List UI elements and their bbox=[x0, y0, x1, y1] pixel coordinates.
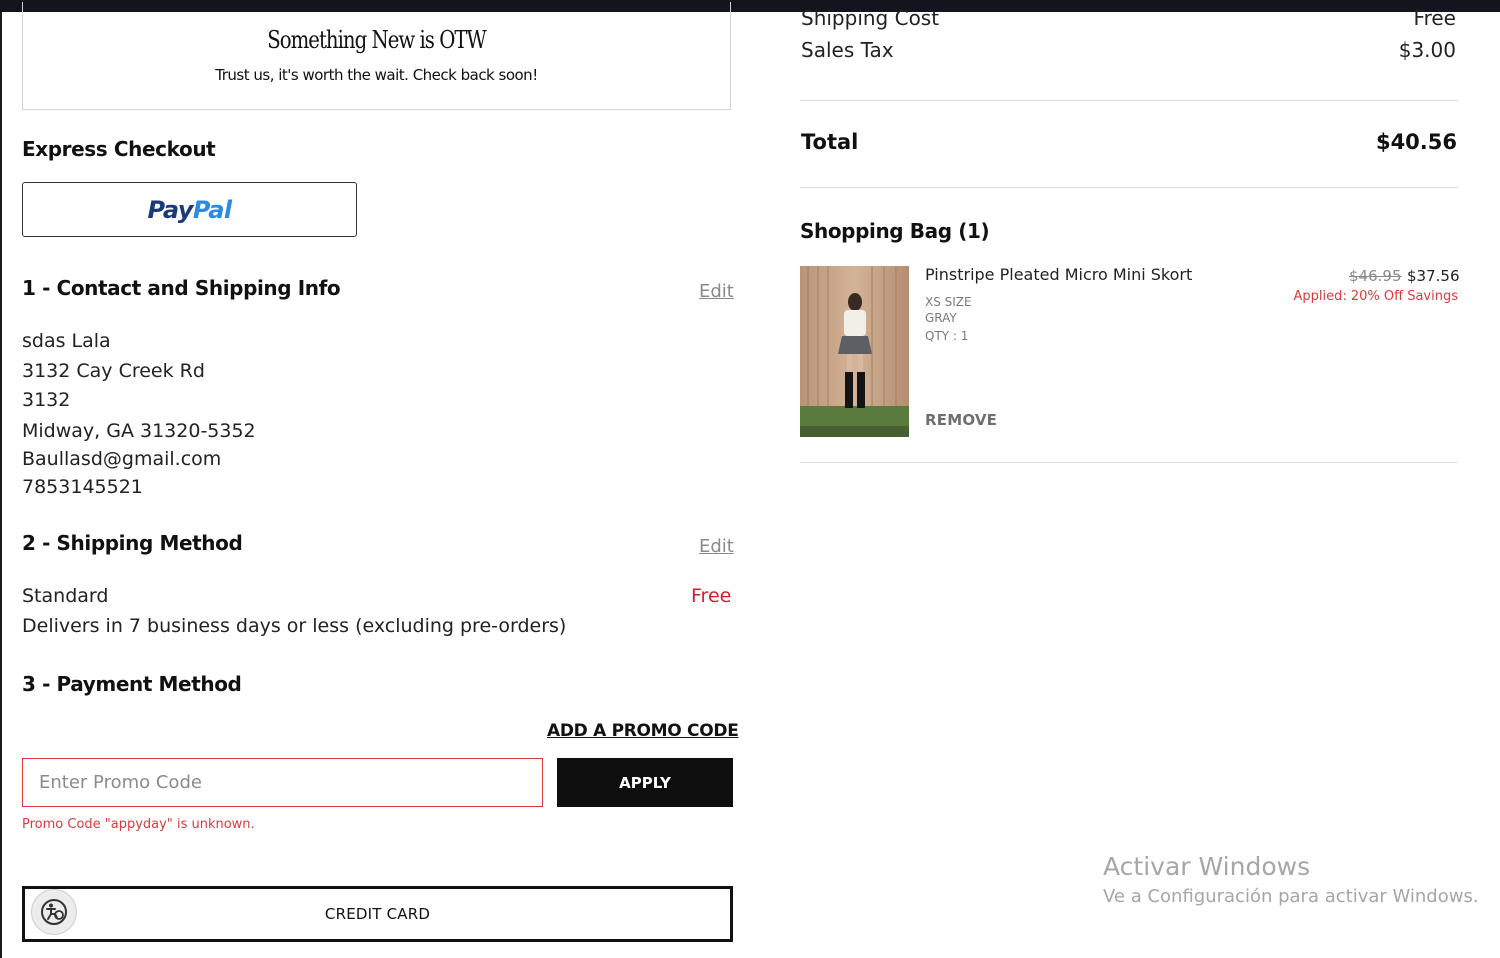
divider bbox=[800, 100, 1458, 101]
contact-email: Baullasd@gmail.com bbox=[22, 448, 222, 470]
sales-tax-value: $3.00 bbox=[1398, 38, 1456, 62]
promo-banner: Something New is OTW Trust us, it's wort… bbox=[22, 2, 731, 110]
contact-address-line1: 3132 Cay Creek Rd bbox=[22, 360, 205, 382]
sales-tax-label: Sales Tax bbox=[801, 38, 894, 62]
contact-name: sdas Lala bbox=[22, 330, 111, 352]
paypal-logo: PayPal bbox=[147, 195, 232, 224]
shipping-method-name: Standard bbox=[22, 585, 109, 607]
contact-edit-link[interactable]: Edit bbox=[699, 281, 734, 302]
shipping-cost-value: Free bbox=[1413, 6, 1456, 30]
paypal-button[interactable]: PayPal bbox=[22, 182, 357, 237]
contact-city-state-zip: Midway, GA 31320-5352 bbox=[22, 420, 256, 442]
contact-address-line2: 3132 bbox=[22, 389, 71, 411]
promo-error-message: Promo Code "appyday" is unknown. bbox=[22, 817, 255, 832]
shopping-bag-heading: Shopping Bag (1) bbox=[800, 219, 990, 243]
shipping-method-description: Delivers in 7 business days or less (exc… bbox=[22, 615, 567, 637]
promo-code-input[interactable] bbox=[22, 758, 543, 807]
accessibility-icon[interactable] bbox=[31, 889, 77, 935]
contact-phone: 7853145521 bbox=[22, 476, 143, 498]
credit-card-option[interactable]: CREDIT CARD bbox=[22, 886, 733, 942]
shipping-method-price: Free bbox=[691, 585, 732, 607]
product-quantity: QTY : 1 bbox=[925, 329, 969, 343]
product-size: XS SIZE bbox=[925, 295, 972, 309]
express-checkout-heading: Express Checkout bbox=[22, 137, 216, 161]
windows-activation-subtitle: Ve a Configuración para activar Windows. bbox=[1103, 886, 1479, 907]
total-value: $40.56 bbox=[1375, 130, 1457, 154]
product-image[interactable] bbox=[800, 266, 909, 437]
payment-method-heading: 3 - Payment Method bbox=[22, 672, 242, 696]
shipping-cost-label: Shipping Cost bbox=[801, 6, 940, 30]
product-savings-note: Applied: 20% Off Savings bbox=[1293, 289, 1458, 304]
product-color: GRAY bbox=[925, 311, 957, 325]
shipping-edit-link[interactable]: Edit bbox=[699, 536, 734, 557]
remove-item-button[interactable]: REMOVE bbox=[925, 411, 997, 429]
window-left-edge bbox=[0, 12, 2, 958]
promo-banner-subtitle: Trust us, it's worth the wait. Check bac… bbox=[215, 66, 538, 84]
contact-shipping-heading: 1 - Contact and Shipping Info bbox=[22, 276, 341, 300]
add-promo-code-link[interactable]: ADD A PROMO CODE bbox=[547, 721, 739, 741]
shipping-method-heading: 2 - Shipping Method bbox=[22, 531, 243, 555]
apply-promo-button[interactable]: APPLY bbox=[557, 758, 733, 807]
credit-card-label: CREDIT CARD bbox=[324, 905, 431, 923]
product-name[interactable]: Pinstripe Pleated Micro Mini Skort bbox=[925, 265, 1192, 284]
promo-banner-title: Something New is OTW bbox=[267, 26, 486, 54]
divider bbox=[800, 187, 1458, 188]
product-sale-price: $37.56 bbox=[1407, 267, 1460, 285]
product-original-price: $46.95 bbox=[1349, 267, 1402, 285]
windows-activation-title: Activar Windows bbox=[1103, 852, 1311, 881]
divider bbox=[800, 462, 1458, 463]
total-label: Total bbox=[801, 130, 859, 154]
